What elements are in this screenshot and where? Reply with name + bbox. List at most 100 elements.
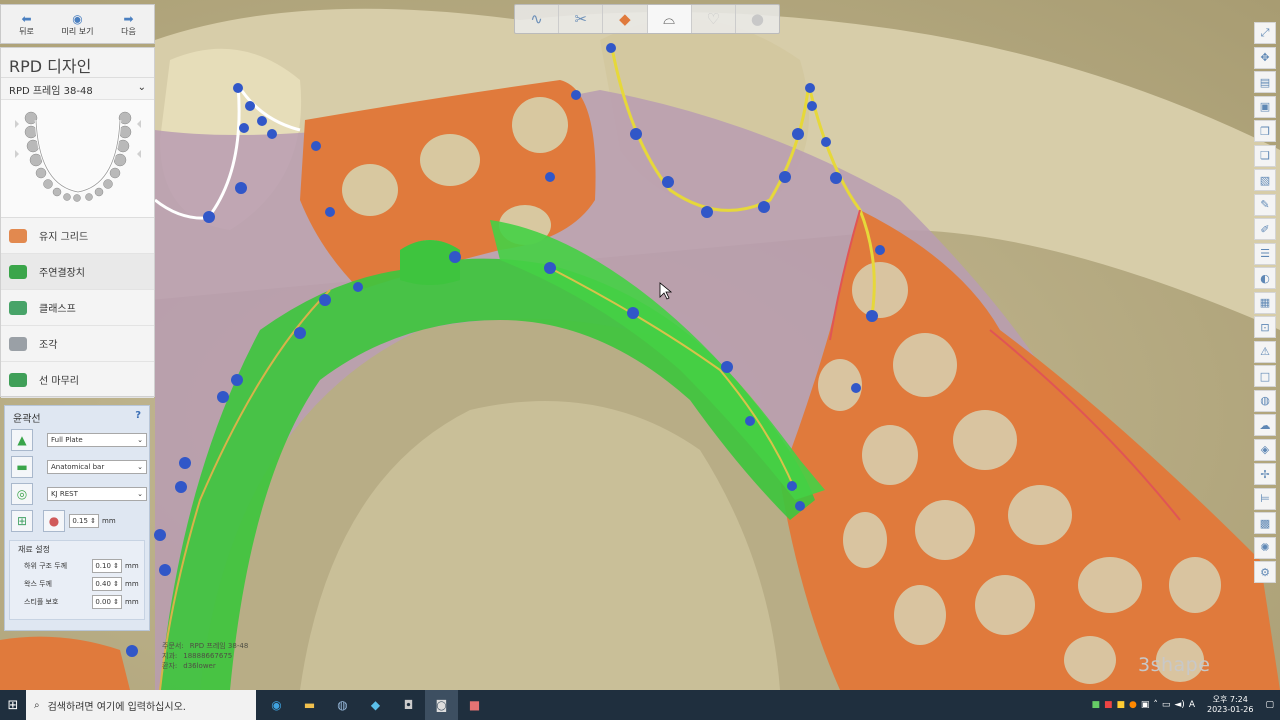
ruler-icon[interactable]: ⊨	[1254, 487, 1276, 510]
media-app-icon[interactable]: ■	[458, 690, 491, 720]
chevron-up-icon[interactable]: ˄	[1153, 700, 1158, 710]
copy-icon[interactable]: ❐	[1254, 120, 1276, 142]
model-icon[interactable]: ▧	[1254, 169, 1276, 191]
axis-icon[interactable]: ✢	[1254, 463, 1276, 485]
fullscreen-icon[interactable]: ⤢	[1254, 22, 1276, 44]
bar-icon[interactable]: ▬	[11, 455, 33, 478]
plate-type-row: ▲ Full Plate ⌄	[5, 426, 149, 453]
material-title: 재료 설정	[18, 545, 50, 554]
dental-system-icon[interactable]: ◙	[425, 690, 458, 720]
step-clasp[interactable]: 클래스프	[1, 290, 154, 326]
globe-icon[interactable]: ◍	[1254, 389, 1276, 412]
back-button[interactable]: ⬅ 뒤로	[1, 5, 52, 43]
search-placeholder: 검색하려면 여기에 입력하십시오.	[47, 701, 186, 713]
rest-type-row: ◎ KJ REST ⌄	[5, 480, 149, 507]
paste-icon[interactable]: ❏	[1254, 144, 1276, 167]
layer-icon[interactable]: ▣	[1254, 95, 1276, 118]
color-wheel-icon[interactable]: ✺	[1254, 536, 1276, 559]
chevron-down-icon: ⌄	[137, 489, 143, 498]
tray-icon[interactable]: ■	[1104, 700, 1113, 710]
grid-icon[interactable]: ⊞	[11, 509, 33, 532]
bird-app-icon[interactable]: ◆	[359, 690, 392, 720]
thickness-value: 0.15	[72, 516, 88, 525]
volume-icon[interactable]: ◄)	[1174, 700, 1184, 710]
network-icon[interactable]: ▭	[1162, 700, 1171, 710]
dental-app-icon[interactable]: ◘	[392, 690, 425, 720]
view-icon[interactable]: ▤	[1254, 71, 1276, 93]
tool-icon[interactable]: ✐	[1254, 218, 1276, 240]
substructure-thickness-value: 0.10	[95, 562, 111, 570]
framework-hole	[342, 164, 398, 216]
substructure-thickness-stepper[interactable]: 0.10 ⇕	[92, 559, 122, 573]
brush-icon[interactable]: ●	[43, 509, 65, 532]
model-scene	[0, 8, 1280, 690]
camera-icon[interactable]: ▩	[1254, 512, 1276, 534]
plate-type-select[interactable]: Full Plate ⌄	[47, 432, 147, 447]
eye-icon: ◉	[72, 11, 83, 26]
edge-icon[interactable]: ◉	[260, 690, 293, 720]
step-finish-line[interactable]: 선 마무리	[1, 362, 154, 398]
help-icon[interactable]: ?	[135, 410, 141, 422]
windows-start-icon[interactable]: ⊞	[0, 690, 26, 720]
step-label: 클래스프	[39, 304, 76, 315]
tool-heart-icon[interactable]: ♡	[692, 5, 736, 33]
preview-label: 미리 보기	[61, 26, 94, 36]
tool-clasp-icon[interactable]: ✂	[559, 5, 604, 33]
step-major-connector[interactable]: 주연결장치	[1, 254, 154, 290]
material-settings: 재료 설정 하위 구조 두께 0.10 ⇕ mm 왁스 두께 0.40 ⇕ mm…	[9, 540, 145, 620]
retention-grid-icon	[9, 228, 27, 243]
preview-button[interactable]: ◉ 미리 보기	[52, 5, 103, 43]
tray-icon[interactable]: ■	[1116, 700, 1125, 710]
unit-label: mm	[125, 562, 139, 570]
rest-icon[interactable]: ◎	[11, 482, 33, 505]
cloud-icon[interactable]: ☁	[1254, 414, 1276, 436]
tray-icon[interactable]: ▣	[1141, 700, 1150, 710]
tool-surface-icon[interactable]: ∿	[515, 5, 560, 33]
transparency-icon[interactable]: ◐	[1254, 267, 1276, 289]
design-panel: RPD 디자인 RPD 프레임 38-48 ⌄ 유지 그리드 주연결장치 클래스…	[0, 47, 155, 398]
cube-icon[interactable]: ◈	[1254, 438, 1276, 461]
box-icon[interactable]: □	[1254, 365, 1276, 387]
notification-icon[interactable]: ▢	[1265, 700, 1274, 710]
step-retention-grid[interactable]: 유지 그리드	[1, 218, 154, 254]
tray-icon[interactable]: ●	[1129, 700, 1137, 710]
cut-icon[interactable]: ✎	[1254, 193, 1276, 216]
tool-framework-icon[interactable]: ⌓	[647, 5, 692, 33]
3d-viewport[interactable]	[0, 0, 1280, 690]
props-header: 윤곽선 ?	[5, 406, 149, 426]
stipple-protect-stepper[interactable]: 0.00 ⇕	[92, 595, 122, 609]
tool-color-icon[interactable]: ◆	[603, 5, 648, 33]
props-title: 윤곽선	[13, 414, 41, 425]
language-indicator[interactable]: A	[1189, 700, 1195, 710]
order-label: 주문서:	[162, 642, 184, 650]
unit-label: mm	[125, 598, 139, 606]
warning-icon[interactable]: ⚠	[1254, 340, 1276, 363]
tray-icon[interactable]: ■	[1091, 700, 1100, 710]
material-label: 스티플 보호	[24, 598, 59, 606]
material-label: 하위 구조 두께	[24, 562, 68, 570]
taskbar-search[interactable]: ⌕ 검색하려면 여기에 입력하십시오.	[26, 690, 256, 720]
scan-icon[interactable]: ▦	[1254, 291, 1276, 314]
file-explorer-icon[interactable]: ▬	[293, 690, 326, 720]
app-icon[interactable]: ◍	[326, 690, 359, 720]
rest-type-select[interactable]: KJ REST ⌄	[47, 486, 147, 501]
connector-strut	[400, 240, 460, 285]
step-sculpt[interactable]: 조각	[1, 326, 154, 362]
measure-icon[interactable]: ⊡	[1254, 316, 1276, 338]
section-icon[interactable]: ☰	[1254, 242, 1276, 265]
clock[interactable]: 오후 7:24 2023-01-26	[1207, 695, 1254, 715]
plate-icon[interactable]: ▲	[11, 428, 33, 451]
frame-selector[interactable]: RPD 프레임 38-48 ⌄	[1, 78, 154, 100]
wax-thickness-stepper[interactable]: 0.40 ⇕	[92, 577, 122, 591]
thickness-stepper[interactable]: 0.15 ⇕	[69, 513, 99, 528]
patient-label: 환자:	[162, 662, 178, 670]
settings-icon[interactable]: ⚙	[1254, 561, 1276, 583]
bar-type-select[interactable]: Anatomical bar ⌄	[47, 459, 147, 474]
back-label: 뒤로	[19, 26, 34, 36]
rotate-icon[interactable]: ✥	[1254, 46, 1276, 69]
tool-sphere-icon[interactable]: ●	[736, 5, 779, 33]
search-icon: ⌕	[34, 699, 40, 711]
thickness-row: ⊞ ● 0.15 ⇕ mm	[5, 507, 149, 534]
tooth-chart[interactable]	[1, 100, 154, 218]
next-button[interactable]: ➡ 다음	[103, 5, 154, 43]
